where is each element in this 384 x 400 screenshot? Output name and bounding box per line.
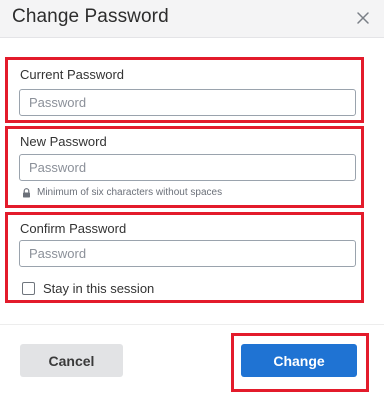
- password-hint-text: Minimum of six characters without spaces: [37, 187, 223, 198]
- stay-in-session-label: Stay in this session: [43, 281, 155, 296]
- dialog-header: Change Password: [0, 0, 384, 38]
- footer-divider: [0, 324, 384, 325]
- confirm-password-input[interactable]: [19, 240, 356, 267]
- current-password-section: Current Password: [5, 57, 364, 123]
- new-password-label: New Password: [20, 134, 107, 149]
- password-hint: Minimum of six characters without spaces: [22, 187, 222, 198]
- confirm-password-label: Confirm Password: [20, 221, 127, 236]
- current-password-label: Current Password: [20, 67, 125, 82]
- stay-in-session-option[interactable]: Stay in this session: [22, 281, 154, 296]
- close-icon: [357, 12, 369, 24]
- close-button[interactable]: [352, 7, 374, 29]
- cancel-button[interactable]: Cancel: [20, 344, 123, 377]
- new-password-input[interactable]: [19, 154, 356, 181]
- current-password-input[interactable]: [19, 89, 356, 116]
- lock-icon: [23, 187, 30, 197]
- dialog-title: Change Password: [12, 6, 169, 27]
- new-password-section: New Password Minimum of six characters w…: [5, 126, 364, 208]
- confirm-password-section: Confirm Password Stay in this session: [5, 212, 364, 303]
- change-button[interactable]: Change: [241, 344, 357, 377]
- change-password-dialog: Change Password Current Password New Pas…: [0, 0, 384, 400]
- stay-in-session-checkbox[interactable]: [22, 282, 35, 295]
